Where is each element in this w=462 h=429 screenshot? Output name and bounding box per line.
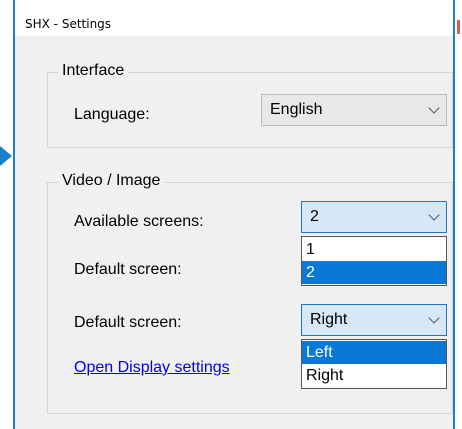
available-screens-label: Available screens: [74,213,204,230]
arrow-icon [0,146,12,166]
chevron-down-icon [428,209,440,221]
background-accent-mark [457,20,460,34]
video-image-group-title: Video / Image [58,172,165,190]
background-window-right [455,0,462,429]
default-screen-select[interactable]: Right [301,304,447,336]
language-select[interactable]: English [261,94,447,126]
language-label: Language: [74,106,150,123]
available-screens-option-2[interactable]: 2 [302,261,446,284]
available-screens-dropdown: 1 2 [301,236,447,286]
available-screens-select-value: 2 [310,208,319,225]
open-display-settings-link[interactable]: Open Display settings [74,359,230,377]
default-screen-dropdown: Left Right [301,339,447,389]
settings-dialog: SHX - Settings Interface Language: Engli… [13,0,455,429]
dialog-content: Interface Language: English Video / Imag… [15,36,453,429]
language-select-value: English [270,101,323,118]
available-screens-option-1[interactable]: 1 [302,238,446,261]
default-screen-label-2: Default screen: [74,314,182,331]
window-title: SHX - Settings [25,17,112,31]
interface-group-title: Interface [58,62,129,80]
default-screen-label-1: Default screen: [74,261,182,278]
default-screen-select-value: Right [310,311,348,328]
default-screen-option-left[interactable]: Left [302,341,446,364]
chevron-down-icon [428,102,440,114]
background-window-left [0,0,13,429]
available-screens-select[interactable]: 2 [301,201,447,233]
chevron-down-icon [428,312,440,324]
title-bar[interactable]: SHX - Settings [15,0,453,36]
default-screen-option-right[interactable]: Right [302,364,446,387]
